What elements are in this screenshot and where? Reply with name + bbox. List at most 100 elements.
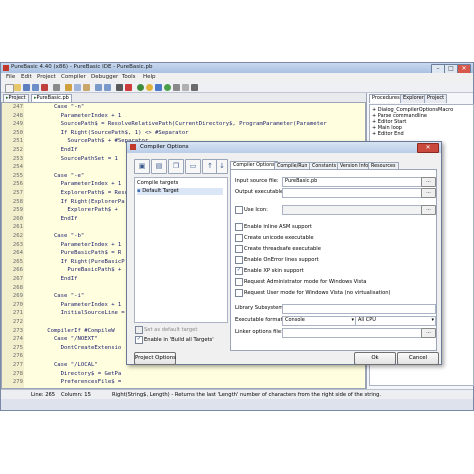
compiler-options-panel: Input source file: PureBasic.pb ... Outp… [230,169,437,351]
status-column: Column: 15 [61,392,91,398]
find-icon[interactable] [116,84,123,91]
menu-tools[interactable]: Tools [122,74,136,80]
option-checkbox-xp-skin[interactable]: ✓ [235,267,243,275]
add-target-icon[interactable]: ▣ [134,159,150,174]
continue-icon[interactable] [164,84,171,91]
bottom-panel [1,399,473,410]
line-number: 276 [12,353,23,360]
code-text: Case "-i" [27,293,85,300]
copy-icon[interactable] [74,84,81,91]
save-all-icon[interactable] [32,84,39,91]
debugger-icon[interactable] [146,84,153,91]
output-exe-field[interactable] [282,188,423,198]
targets-header: Compile targets [137,180,179,186]
line-number: 254 [12,164,23,171]
compile-run-icon[interactable] [137,84,144,91]
move-down-icon[interactable]: ↓ [216,159,228,174]
executable-format-select[interactable]: Console ▾ [282,316,356,326]
line-number: 253 [12,155,23,162]
cut-icon[interactable] [65,84,72,91]
redo-icon[interactable] [104,84,111,91]
tab-project-panel[interactable]: Project [424,94,448,103]
use-icon-checkbox[interactable] [235,206,243,214]
replace-icon[interactable] [125,84,132,91]
input-source-label: Input source file: [235,178,279,184]
edit-target-icon[interactable]: ▤ [151,159,167,174]
close-file-icon[interactable] [41,84,48,91]
save-icon[interactable] [23,84,30,91]
menu-edit[interactable]: Edit [21,74,32,80]
menu-compiler[interactable]: Compiler [61,74,86,80]
line-number: 250 [12,129,23,136]
icon-path-field[interactable] [282,205,423,215]
open-file-icon[interactable] [14,84,21,91]
copy-target-icon[interactable]: ❐ [168,159,184,174]
step-icon[interactable] [155,84,162,91]
output-exe-browse-button[interactable]: ... [421,188,436,198]
tab-explorer[interactable]: Explorer [400,94,427,103]
kill-program-icon[interactable] [182,84,189,91]
app-icon [3,65,9,71]
target-label: Default Target [142,188,179,194]
linker-options-browse-button[interactable]: ... [421,328,436,338]
option-checkbox-threadsafe[interactable] [235,245,243,253]
option-checkbox-admin-mode[interactable] [235,278,243,286]
input-source-browse-button[interactable]: ... [421,177,436,187]
set-default-checkbox[interactable] [135,326,143,334]
print-icon[interactable] [53,84,60,91]
library-subsystem-field[interactable] [282,304,436,314]
enable-build-all-checkbox[interactable]: ✓ [135,336,143,344]
chevron-down-icon: ▾ [431,317,434,323]
code-line: 248 ParameterIndex + 1 [2,113,365,120]
cancel-button[interactable]: Cancel [397,352,439,365]
option-checkbox-inline-asm[interactable] [235,223,243,231]
dialog-title: Compiler Options [140,144,189,150]
option-label: Request User mode for Windows Vista (no … [244,290,391,296]
line-number: 255 [12,172,23,179]
code-text: PureBasicPath$ + [27,267,122,274]
tab-procedures[interactable]: Procedures [369,94,403,103]
new-file-icon[interactable] [5,84,14,93]
line-number: 264 [12,250,23,257]
line-number: 260 [12,215,23,222]
line-number: 278 [12,370,23,377]
input-source-field[interactable]: PureBasic.pb [282,177,423,187]
code-text: Case "-b" [27,233,85,239]
code-text: SourcePathSet = 1 [27,155,118,162]
delete-target-icon[interactable]: ▭ [185,159,201,174]
paste-icon[interactable] [83,84,90,91]
stop-icon[interactable] [173,84,180,91]
menu-help[interactable]: Help [143,74,156,80]
line-number: 273 [12,327,23,334]
cpu-select[interactable]: All CPU ▾ [355,316,436,326]
tab-file-label: PureBasic.pb [36,95,69,101]
code-text: EndIf [27,147,78,153]
status-help: Right(String$, Length) - Returns the las… [112,392,382,398]
option-label: Enable OnError lines support [244,257,319,263]
dialog-close-button[interactable]: ✕ [417,143,439,153]
use-icon-label: Use Icon: [244,207,268,213]
list-item[interactable]: ▪ Default Target [137,188,223,195]
undo-icon[interactable] [95,84,102,91]
ok-button[interactable]: Ok [354,352,396,365]
code-text: SourcePath$ = ResolveRelativePath(Curren… [27,121,327,128]
menu-debugger[interactable]: Debugger [91,74,118,80]
code-text: ParameterIndex + 1 [27,181,122,188]
line-number: 261 [12,224,23,231]
option-checkbox-user-mode[interactable] [235,289,243,297]
code-line: 279 PreferencesFile$ = [2,379,365,386]
code-text: Case "/LOCAL" [27,362,98,368]
compile-targets-list: Compile targets ▪ Default Target [134,177,228,323]
option-checkbox-onerror[interactable] [235,256,243,264]
line-number: 256 [12,181,23,188]
project-options-button[interactable]: Project Options [134,352,176,365]
menu-project[interactable]: Project [37,74,56,80]
icon-browse-button[interactable]: ... [421,205,436,215]
menu-file[interactable]: File [6,74,15,80]
code-text: CompilerIf #CompileW [27,327,115,334]
breakpoint-icon[interactable] [191,84,198,91]
code-text: If Right(ExplorerPa [27,198,125,205]
linker-options-field[interactable] [282,328,423,338]
option-checkbox-unicode[interactable] [235,234,243,242]
list-item[interactable]: + Editor End [372,131,404,137]
